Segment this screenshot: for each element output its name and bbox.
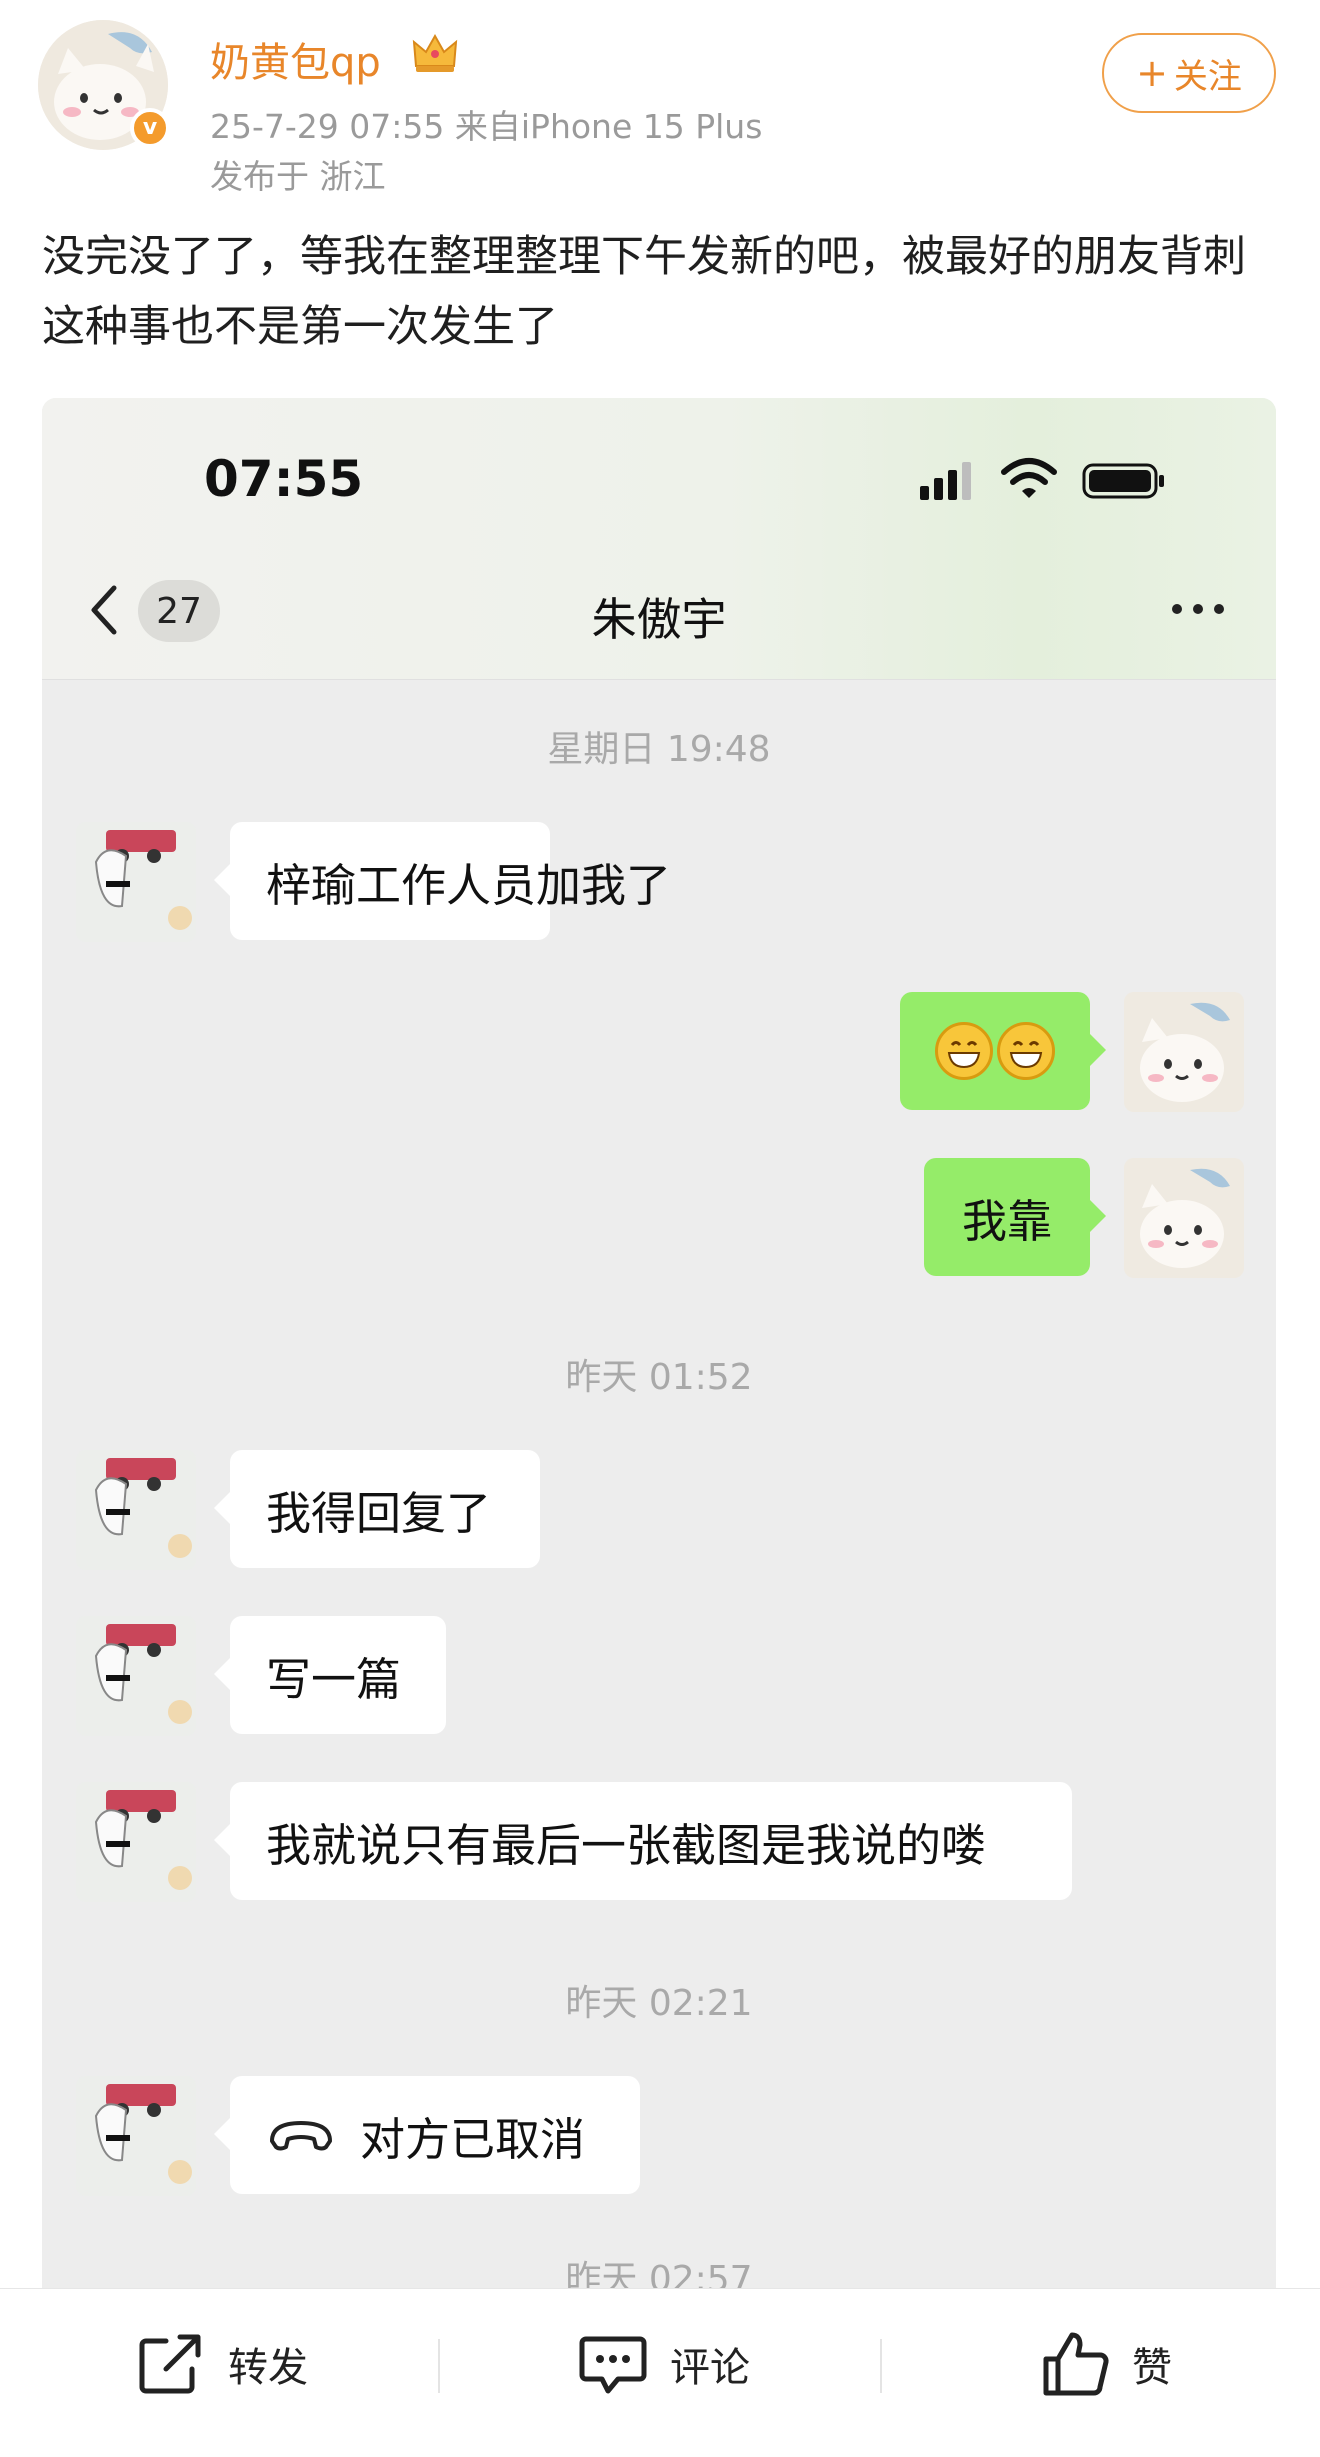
my-avatar[interactable] (1124, 992, 1244, 1112)
chat-screenshot[interactable]: 07:55 27 朱傲宇 星期日 19:48 梓瑜工作人员加我了 我靠 昨天 0… (42, 398, 1276, 2288)
repost-label: 转发 (228, 2345, 308, 2391)
comment-label: 评论 (670, 2345, 750, 2391)
post-location: 发布于 浙江 (210, 157, 386, 196)
message-bubble[interactable]: 我得回复了 (214, 1450, 540, 1568)
like-label: 赞 (1132, 2345, 1172, 2391)
phone-hangup-icon (270, 2121, 332, 2151)
my-avatar-image (1124, 1158, 1244, 1278)
verified-badge-icon: v (130, 108, 170, 148)
message-bubble[interactable]: 梓瑜工作人员加我了 (214, 822, 671, 940)
crown-icon (412, 33, 458, 72)
message-bubble[interactable]: 我靠 (924, 1158, 1106, 1276)
contact-avatar-image (76, 2076, 196, 2196)
message-bubble-emoji[interactable] (900, 992, 1106, 1110)
contact-avatar-image (76, 822, 196, 942)
my-avatar[interactable] (1124, 1158, 1244, 1278)
contact-avatar-image (76, 1450, 196, 1570)
message-bubble[interactable]: 写一篇 (214, 1616, 446, 1734)
divider (880, 2339, 882, 2393)
action-bar: 转发 评论 赞 (0, 2288, 1320, 2457)
post-meta: 25-7-29 07:55 来自iPhone 15 Plus (210, 107, 763, 146)
call-bubble[interactable]: 对方已取消 (214, 2076, 640, 2194)
post-text: 没完没了了，等我在整理整理下午发新的吧，被最好的朋友背刺这种事也不是第一次发生了 (42, 232, 1246, 352)
chat-timestamp: 昨天 02:57 (565, 2259, 753, 2288)
contact-avatar-image (76, 1782, 196, 1902)
follow-label: 关注 (1173, 56, 1242, 97)
contact-avatar[interactable] (76, 1450, 196, 1570)
battery-icon (1082, 463, 1164, 499)
divider (438, 2339, 440, 2393)
repost-button[interactable]: 转发 (136, 2289, 308, 2439)
contact-avatar[interactable] (76, 822, 196, 942)
grin-emoji-icon (935, 1022, 993, 1080)
chat-title: 朱傲宇 (591, 593, 727, 646)
chat-timestamp: 昨天 02:21 (565, 1983, 753, 2024)
grin-emoji-icon (997, 1022, 1055, 1080)
contact-avatar[interactable] (76, 2076, 196, 2196)
wifi-icon (1001, 458, 1057, 498)
like-button[interactable]: 赞 (1040, 2289, 1172, 2439)
plus-icon: + (1136, 51, 1168, 95)
call-status-text: 对方已取消 (360, 2112, 586, 2166)
more-icon[interactable] (1170, 602, 1226, 616)
follow-button[interactable]: + 关注 (1102, 33, 1276, 113)
signal-icon (920, 462, 971, 500)
comment-button[interactable]: 评论 (578, 2289, 750, 2439)
share-icon (139, 2334, 201, 2394)
thumbs-up-icon (1043, 2332, 1109, 2396)
status-time: 07:55 (204, 450, 364, 508)
message-bubble[interactable]: 我就说只有最后一张截图是我说的喽 (214, 1782, 1072, 1900)
chat-timestamp: 昨天 01:52 (565, 1357, 753, 1398)
contact-avatar[interactable] (76, 1616, 196, 1736)
chat-timestamp: 星期日 19:48 (547, 729, 771, 770)
contact-avatar[interactable] (76, 1782, 196, 1902)
my-avatar-image (1124, 992, 1244, 1112)
comment-icon (579, 2336, 647, 2394)
author-name[interactable]: 奶黄包qp (210, 30, 381, 88)
contact-avatar-image (76, 1616, 196, 1736)
